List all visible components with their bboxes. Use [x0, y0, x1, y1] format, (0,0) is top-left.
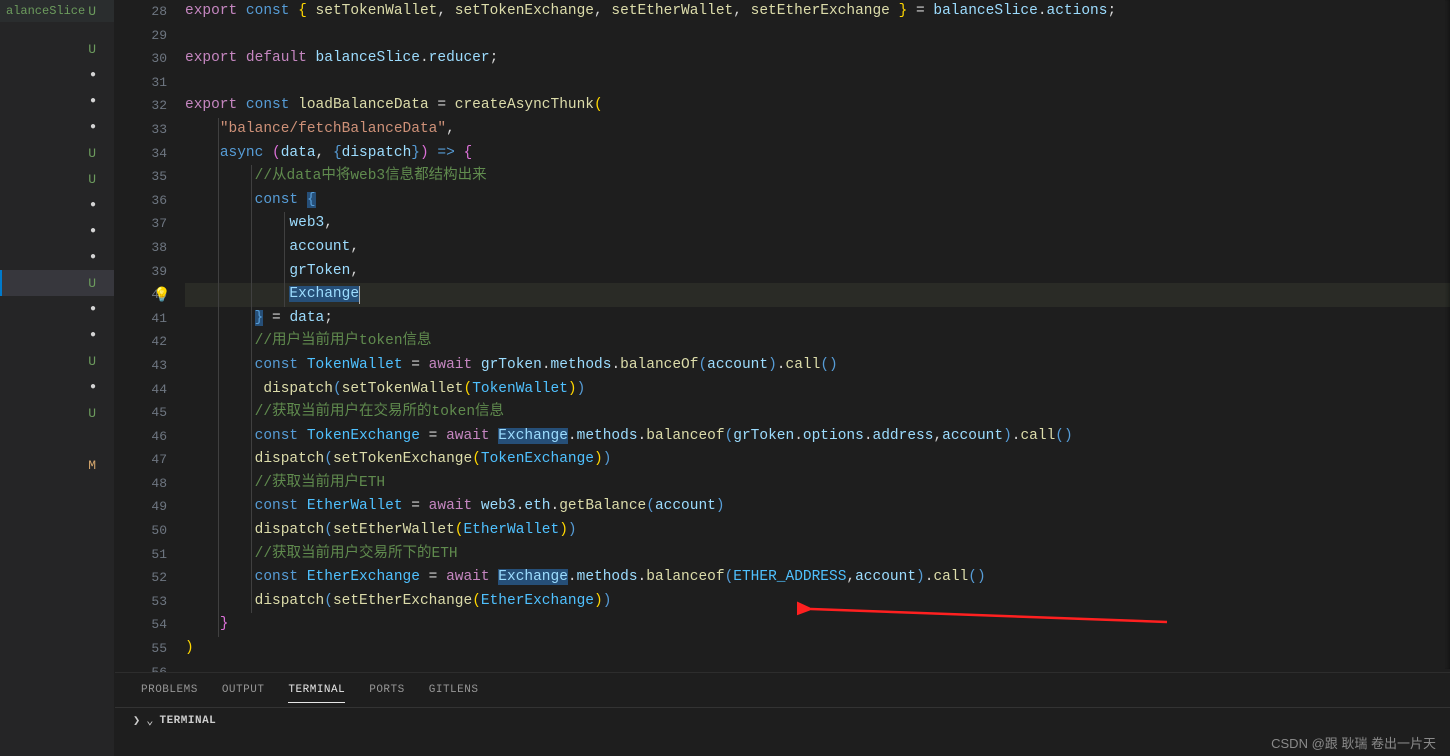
lightbulb-icon[interactable]: 💡 — [153, 285, 170, 309]
sidebar-file-item[interactable]: ● — [0, 244, 114, 270]
app-layout: alanceSlice U U●●●UU●●●U●●U●UM 282930313… — [0, 0, 1450, 756]
terminal-header: ❯ ⌄ TERMINAL — [115, 707, 1450, 733]
code-line[interactable]: export const loadBalanceData = createAsy… — [185, 94, 1450, 118]
code-editor[interactable]: 28293031323334353637383940💡4142434445464… — [115, 0, 1450, 672]
code-line[interactable]: dispatch(setTokenWallet(TokenWallet)) — [185, 378, 1450, 402]
code-line[interactable]: "balance/fetchBalanceData", — [185, 118, 1450, 142]
chevron-right-icon[interactable]: ❯ — [133, 713, 140, 728]
modified-dot-icon: ● — [90, 122, 96, 133]
code-line[interactable]: export const { setTokenWallet, setTokenE… — [185, 0, 1450, 24]
code-line[interactable]: //获取当前用户在交易所的token信息 — [185, 401, 1450, 425]
modified-dot-icon: ● — [90, 304, 96, 315]
code-line[interactable] — [185, 71, 1450, 95]
git-badge: U — [88, 276, 96, 291]
sidebar-file-item[interactable]: ● — [0, 218, 114, 244]
sidebar-file-item[interactable]: ● — [0, 114, 114, 140]
terminal-title: TERMINAL — [159, 715, 216, 727]
code-lines[interactable]: export const { setTokenWallet, setTokenE… — [185, 0, 1450, 672]
sidebar-file-item[interactable]: M — [0, 452, 114, 478]
code-line[interactable]: //用户当前用户token信息 — [185, 330, 1450, 354]
code-line[interactable]: const TokenExchange = await Exchange.met… — [185, 425, 1450, 449]
line-gutter: 28293031323334353637383940💡4142434445464… — [115, 0, 185, 672]
code-line[interactable]: grToken, — [185, 260, 1450, 284]
modified-dot-icon: ● — [90, 226, 96, 237]
file-label: alanceSlice — [2, 4, 85, 18]
editor-area: 28293031323334353637383940💡4142434445464… — [115, 0, 1450, 756]
git-badge-u: U — [88, 4, 96, 19]
panel-tab-problems[interactable]: PROBLEMS — [141, 678, 198, 702]
sidebar-file-item[interactable]: U — [0, 348, 114, 374]
git-badge: U — [88, 42, 96, 57]
code-line[interactable]: //获取当前用户交易所下的ETH — [185, 543, 1450, 567]
code-line[interactable]: export default balanceSlice.reducer; — [185, 47, 1450, 71]
modified-dot-icon: ● — [90, 200, 96, 211]
code-line[interactable]: dispatch(setTokenExchange(TokenExchange)… — [185, 448, 1450, 472]
sidebar-file-item[interactable]: ● — [0, 62, 114, 88]
bottom-panel: PROBLEMS OUTPUT TERMINAL PORTS GITLENS ❯ ⌄ T… — [115, 672, 1450, 756]
chevron-down-icon[interactable]: ⌄ — [146, 713, 153, 728]
modified-dot-icon: ● — [90, 330, 96, 341]
sidebar-file-item[interactable]: ● — [0, 192, 114, 218]
git-badge: U — [88, 406, 96, 421]
code-line[interactable]: account, — [185, 236, 1450, 260]
code-line[interactable]: web3, — [185, 212, 1450, 236]
code-line[interactable] — [185, 24, 1450, 48]
git-badge: M — [88, 458, 96, 473]
panel-tab-terminal[interactable]: TERMINAL — [288, 678, 345, 703]
code-line[interactable]: dispatch(setEtherExchange(EtherExchange)… — [185, 590, 1450, 614]
sidebar-file-item[interactable]: ● — [0, 296, 114, 322]
git-badge: U — [88, 172, 96, 187]
sidebar-file-item[interactable]: U — [0, 400, 114, 426]
modified-dot-icon: ● — [90, 252, 96, 263]
code-line[interactable]: Exchange — [185, 283, 1450, 307]
code-line[interactable]: async (data, {dispatch}) => { — [185, 142, 1450, 166]
sidebar-file-item[interactable]: ● — [0, 88, 114, 114]
csdn-watermark: CSDN @跟 耿瑞 卷出一片天 — [1271, 733, 1436, 752]
code-line[interactable]: const TokenWallet = await grToken.method… — [185, 354, 1450, 378]
sidebar-file-item[interactable] — [0, 426, 114, 452]
sidebar-file-item[interactable]: ● — [0, 322, 114, 348]
code-line[interactable]: const EtherWallet = await web3.eth.getBa… — [185, 495, 1450, 519]
modified-dot-icon: ● — [90, 96, 96, 107]
sidebar-file-item[interactable]: U — [0, 270, 114, 296]
sidebar-file-item[interactable]: ● — [0, 374, 114, 400]
code-line[interactable]: dispatch(setEtherWallet(EtherWallet)) — [185, 519, 1450, 543]
code-line[interactable]: } — [185, 613, 1450, 637]
sidebar-file-item[interactable]: U — [0, 166, 114, 192]
code-line[interactable]: //从data中将web3信息都结构出来 — [185, 165, 1450, 189]
code-line[interactable] — [185, 661, 1450, 672]
panel-tab-ports[interactable]: PORTS — [369, 678, 405, 702]
git-badge: U — [88, 146, 96, 161]
code-line[interactable]: const { — [185, 189, 1450, 213]
code-line[interactable]: } = data; — [185, 307, 1450, 331]
sidebar-open-file[interactable]: alanceSlice U — [0, 0, 114, 22]
code-line[interactable]: ) — [185, 637, 1450, 661]
code-line[interactable]: const EtherExchange = await Exchange.met… — [185, 566, 1450, 590]
explorer-sidebar: alanceSlice U U●●●UU●●●U●●U●UM — [0, 0, 115, 756]
modified-dot-icon: ● — [90, 70, 96, 81]
modified-dot-icon: ● — [90, 382, 96, 393]
sidebar-file-item[interactable]: U — [0, 140, 114, 166]
panel-tab-output[interactable]: OUTPUT — [222, 678, 265, 702]
git-badge: U — [88, 354, 96, 369]
code-line[interactable]: //获取当前用户ETH — [185, 472, 1450, 496]
panel-tabs: PROBLEMS OUTPUT TERMINAL PORTS GITLENS — [115, 673, 1450, 707]
sidebar-file-item[interactable]: U — [0, 36, 114, 62]
panel-tab-gitlens[interactable]: GITLENS — [429, 678, 479, 702]
